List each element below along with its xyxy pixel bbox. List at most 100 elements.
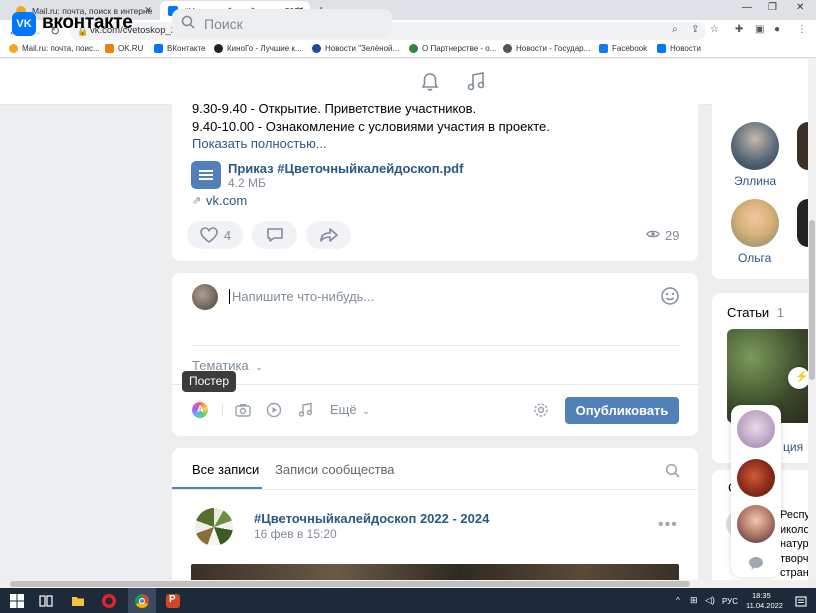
horizontal-scroll-thumb[interactable] [10, 581, 690, 587]
menu-kebab-icon[interactable]: ⋮ [797, 24, 807, 35]
vk-brand-name[interactable]: вконтакте [42, 12, 133, 34]
chat-avatar[interactable] [737, 459, 775, 497]
comment-button[interactable] [252, 221, 297, 249]
friend-avatar[interactable] [731, 122, 779, 170]
share-button[interactable] [306, 221, 351, 249]
bookmark-favicon-icon [9, 44, 18, 53]
bookmark-star-icon[interactable]: ☆ [710, 24, 719, 35]
vk-logo-icon[interactable]: VK [12, 12, 36, 36]
bookmark-label: Новости "Зелёной... [325, 44, 400, 53]
more-attachments-dropdown[interactable]: Ещё ⌄ [330, 402, 370, 417]
toolbar-separator [222, 404, 223, 416]
window-minimize-icon[interactable]: — [742, 2, 752, 13]
friend-avatar[interactable] [797, 122, 808, 170]
bookmark-item[interactable]: О Партнерстве - о... [409, 44, 496, 53]
windows-start-icon[interactable] [10, 594, 24, 608]
poster-tooltip: Постер [182, 371, 237, 392]
clock-time[interactable]: 18:35 [752, 591, 771, 600]
bookmark-item[interactable]: Mail.ru: почта, поис... [9, 44, 100, 53]
post-text-line: 9.30-9.40 - Открытие. Приветствие участн… [192, 101, 477, 116]
music-icon[interactable] [465, 71, 487, 93]
bookmark-item[interactable]: Новости [657, 44, 701, 53]
article-lightning-icon[interactable]: ⚡ [788, 367, 810, 389]
sidepanel-icon[interactable]: ▣ [755, 24, 764, 35]
bookmark-label: Новости [670, 44, 701, 53]
task-view-icon[interactable] [39, 594, 53, 608]
window-restore-icon[interactable]: ❐ [768, 2, 777, 13]
video-icon[interactable] [266, 402, 282, 418]
post-date[interactable]: 16 фев в 15:20 [254, 527, 337, 541]
emoji-icon[interactable] [660, 286, 680, 306]
document-size: 4.2 МБ [228, 176, 266, 190]
like-button[interactable]: 4 [187, 221, 243, 249]
notifications-bell-icon[interactable] [419, 71, 441, 93]
tab-community-posts[interactable]: Записи сообщества [275, 462, 395, 477]
chrome-icon[interactable] [135, 594, 149, 608]
community-avatar[interactable] [195, 508, 233, 546]
bookmark-item[interactable]: Новости "Зелёной... [312, 44, 399, 53]
chat-bubble-icon[interactable] [748, 556, 764, 570]
volume-icon[interactable]: ◁) [705, 595, 715, 606]
bookmark-favicon-icon [503, 44, 512, 53]
articles-label: Статьи [727, 305, 770, 320]
audio-icon[interactable] [297, 402, 313, 418]
vertical-scroll-thumb[interactable] [809, 220, 815, 380]
profile-icon[interactable]: ● [774, 24, 780, 35]
settings-gear-icon[interactable] [533, 402, 549, 418]
notification-center-icon[interactable] [795, 596, 807, 608]
composer-divider [192, 345, 679, 346]
more-label: Ещё [330, 402, 357, 417]
post-options-icon[interactable]: ••• [658, 516, 678, 534]
bookmark-item[interactable]: Новости - Государ... [503, 44, 590, 53]
tray-chevron-icon[interactable]: ^ [676, 596, 680, 605]
bookmark-item[interactable]: Facebook [599, 44, 647, 53]
post-input[interactable]: Напишите что-нибудь... [229, 289, 374, 304]
article-title-fragment[interactable]: ция [783, 440, 803, 454]
bookmark-item[interactable]: ВКонтакте [154, 44, 206, 53]
extensions-icon[interactable]: ✚ [735, 24, 743, 35]
bookmark-label: ВКонтакте [167, 44, 206, 53]
bookmark-item[interactable]: OK.RU [105, 44, 143, 53]
external-link[interactable]: vk.com [206, 193, 247, 208]
chevron-down-icon: ⌄ [362, 406, 370, 416]
articles-heading[interactable]: Статьи 1 [727, 305, 784, 320]
google-lens-icon[interactable]: ⌕ [672, 24, 678, 35]
file-explorer-icon[interactable] [71, 594, 85, 608]
bookmark-favicon-icon [214, 44, 223, 53]
friend-avatar[interactable] [731, 199, 779, 247]
post-author-link[interactable]: #Цветочныйкалейдоскоп 2022 - 2024 [254, 511, 489, 526]
friend-avatar[interactable] [797, 199, 808, 247]
chat-avatar[interactable] [737, 410, 775, 448]
views-count: 29 [665, 228, 680, 243]
friend-name[interactable]: Ольга [738, 251, 771, 265]
document-name-link[interactable]: Приказ #Цветочныйкалейдоскоп.pdf [228, 161, 463, 176]
tabs-divider [172, 489, 698, 490]
publish-button[interactable]: Опубликовать [565, 397, 679, 424]
tab-all-posts[interactable]: Все записи [192, 462, 259, 477]
poster-icon[interactable]: A [192, 402, 208, 418]
chat-avatar[interactable] [737, 505, 775, 543]
search-input[interactable]: Поиск [172, 9, 392, 39]
post-image[interactable] [191, 564, 679, 580]
bookmark-favicon-icon [599, 44, 608, 53]
show-more-link[interactable]: Показать полностью... [192, 136, 327, 151]
wall-search-icon[interactable] [665, 463, 680, 478]
bookmark-favicon-icon [154, 44, 163, 53]
close-tab-icon[interactable]: ✕ [144, 5, 152, 16]
heart-icon [200, 227, 218, 243]
language-indicator[interactable]: РУС [722, 597, 738, 606]
opera-icon[interactable] [102, 594, 116, 608]
search-icon [181, 15, 195, 29]
friend-name[interactable]: Эллина [734, 174, 776, 188]
powerpoint-icon[interactable]: P [166, 594, 180, 608]
bookmark-favicon-icon [657, 44, 666, 53]
share-icon[interactable]: ⇪ [691, 24, 699, 35]
bookmark-item[interactable]: КиноГо - Лучшие к... [214, 44, 302, 53]
clock-date[interactable]: 11.04.2022 [746, 601, 783, 610]
photo-icon[interactable] [235, 402, 251, 418]
composer-toolbar-divider [172, 384, 698, 385]
window-close-icon[interactable]: ✕ [796, 2, 804, 13]
post-text-line: 9.40-10.00 - Ознакомление с условиями уч… [192, 119, 550, 134]
user-avatar[interactable] [192, 284, 218, 310]
network-icon[interactable]: ⊞ [690, 595, 698, 606]
